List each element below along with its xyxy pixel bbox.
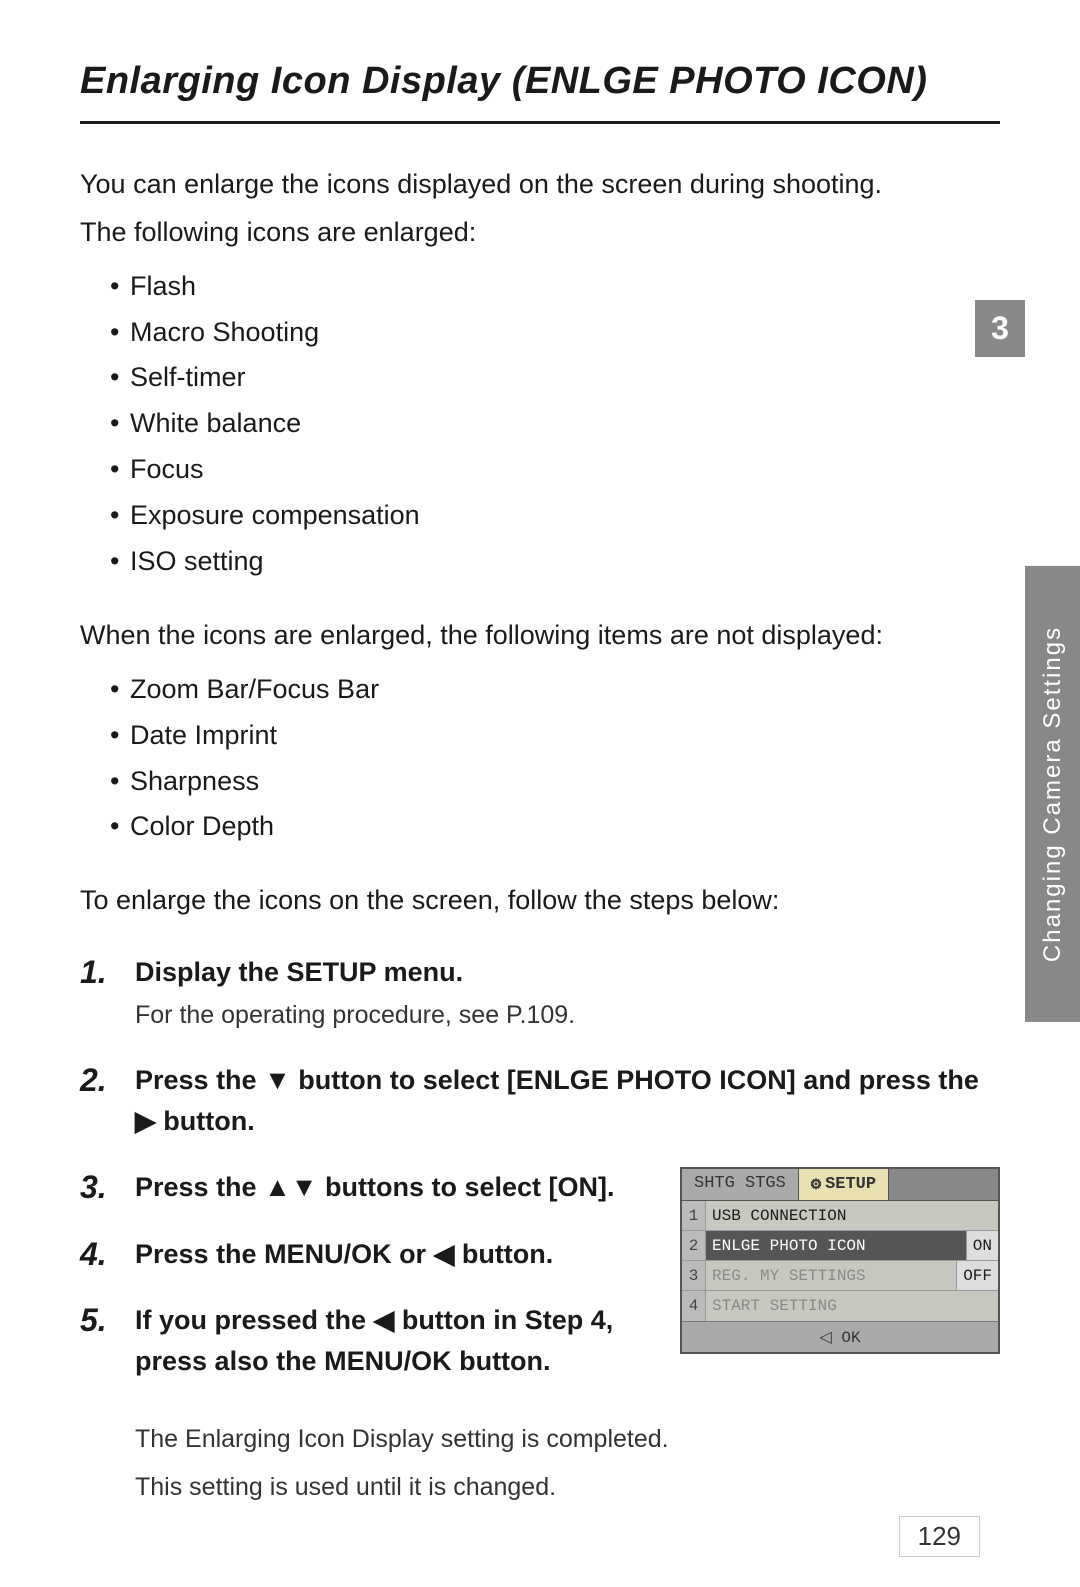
enlarged-icon-item: White balance [110, 401, 1000, 447]
step-3-title: Press the ▲▼ buttons to select [ON]. [135, 1167, 650, 1208]
sidebar-tab: Changing Camera Settings [1025, 565, 1080, 1021]
not-displayed-item: Color Depth [110, 804, 1000, 850]
screen-footer: ◁ OK [682, 1321, 998, 1352]
step-4: 4. Press the MENU/OK or ◀ button. [80, 1234, 650, 1275]
step-3-content: Press the ▲▼ buttons to select [ON]. [135, 1167, 650, 1208]
step-4-number: 4. [80, 1234, 135, 1273]
screen-row-num: 1 [682, 1201, 706, 1230]
step-1-content: Display the SETUP menu. For the operatin… [135, 952, 1000, 1034]
step-2: 2. Press the ▼ button to select [ENLGE P… [80, 1060, 1000, 1141]
step-1: 1. Display the SETUP menu. For the opera… [80, 952, 1000, 1034]
screen-row: 1USB CONNECTION [682, 1201, 998, 1231]
not-displayed-item: Sharpness [110, 759, 1000, 805]
intro-line2: The following icons are enlarged: [80, 212, 1000, 254]
page-title: Enlarging Icon Display (ENLGE PHOTO ICON… [80, 60, 1000, 124]
step-1-number: 1. [80, 952, 135, 991]
steps-intro: To enlarge the icons on the screen, foll… [80, 880, 1000, 922]
not-displayed-item: Zoom Bar/Focus Bar [110, 667, 1000, 713]
screen-row-label: USB CONNECTION [706, 1201, 998, 1230]
step-2-number: 2. [80, 1060, 135, 1099]
camera-screen: SHTG STGS ⚙ SETUP 1USB CONNECTION2ENLGE … [680, 1167, 1000, 1354]
steps-container: 1. Display the SETUP menu. For the opera… [80, 952, 1000, 1507]
screen-tab-shtg: SHTG STGS [682, 1169, 799, 1200]
after-steps-line1: The Enlarging Icon Display setting is co… [135, 1419, 1000, 1459]
sidebar-label: Changing Camera Settings [1039, 625, 1067, 961]
screen-row-num: 2 [682, 1231, 706, 1260]
not-displayed-item: Date Imprint [110, 713, 1000, 759]
step-3-number: 3. [80, 1167, 135, 1206]
enlarged-icon-item: Exposure compensation [110, 493, 1000, 539]
screen-row-label: REG. MY SETTINGS [706, 1261, 956, 1290]
screen-row-label: ENLGE PHOTO ICON [706, 1231, 966, 1260]
step-5-content: If you pressed the ◀ button in Step 4, p… [135, 1300, 650, 1381]
after-steps-line2: This setting is used until it is changed… [135, 1467, 1000, 1507]
not-displayed-intro: When the icons are enlarged, the followi… [80, 615, 1000, 657]
screen-row-num: 3 [682, 1261, 706, 1290]
enlarged-icon-item: Focus [110, 447, 1000, 493]
screen-row: 2ENLGE PHOTO ICONON [682, 1231, 998, 1261]
step-4-title: Press the MENU/OK or ◀ button. [135, 1234, 650, 1275]
step-3: 3. Press the ▲▼ buttons to select [ON]. [80, 1167, 650, 1208]
page-container: Enlarging Icon Display (ENLGE PHOTO ICON… [0, 0, 1080, 1587]
enlarged-icon-item: Macro Shooting [110, 310, 1000, 356]
step-5-title: If you pressed the ◀ button in Step 4, p… [135, 1300, 650, 1381]
screen-rows: 1USB CONNECTION2ENLGE PHOTO ICONON3REG. … [682, 1201, 998, 1321]
screen-row: 3REG. MY SETTINGSOFF [682, 1261, 998, 1291]
after-steps-text: The Enlarging Icon Display setting is co… [135, 1419, 1000, 1507]
sidebar-number: 3 [975, 300, 1025, 357]
step-1-title: Display the SETUP menu. [135, 952, 1000, 993]
screen-row-label: START SETTING [706, 1291, 998, 1321]
enlarged-icon-item: Self-timer [110, 355, 1000, 401]
page-number: 129 [899, 1516, 980, 1557]
enlarged-icon-item: Flash [110, 264, 1000, 310]
setup-label: SETUP [825, 1175, 876, 1194]
step-2-content: Press the ▼ button to select [ENLGE PHOT… [135, 1060, 1000, 1141]
step-4-content: Press the MENU/OK or ◀ button. [135, 1234, 650, 1275]
screen-row-num: 4 [682, 1291, 706, 1321]
screen-row-value: OFF [956, 1261, 998, 1290]
enlarged-icons-list: FlashMacro ShootingSelf-timerWhite balan… [110, 264, 1000, 585]
step-5-number: 5. [80, 1300, 135, 1339]
enlarged-icon-item: ISO setting [110, 539, 1000, 585]
screen-tab-setup: ⚙ SETUP [799, 1169, 889, 1200]
not-displayed-list: Zoom Bar/Focus BarDate ImprintSharpnessC… [110, 667, 1000, 851]
intro-line1: You can enlarge the icons displayed on t… [80, 164, 1000, 206]
screen-row: 4START SETTING [682, 1291, 998, 1321]
screen-header: SHTG STGS ⚙ SETUP [682, 1169, 998, 1201]
gear-icon: ⚙ [811, 1174, 821, 1195]
step-2-title: Press the ▼ button to select [ENLGE PHOT… [135, 1060, 1000, 1141]
step-5: 5. If you pressed the ◀ button in Step 4… [80, 1300, 650, 1381]
steps-left-col: 3. Press the ▲▼ buttons to select [ON]. … [80, 1167, 650, 1407]
screen-row-value: ON [966, 1231, 998, 1260]
steps-3-4-5-group: 3. Press the ▲▼ buttons to select [ON]. … [80, 1167, 1000, 1407]
step-1-sub: For the operating procedure, see P.109. [135, 997, 1000, 1035]
